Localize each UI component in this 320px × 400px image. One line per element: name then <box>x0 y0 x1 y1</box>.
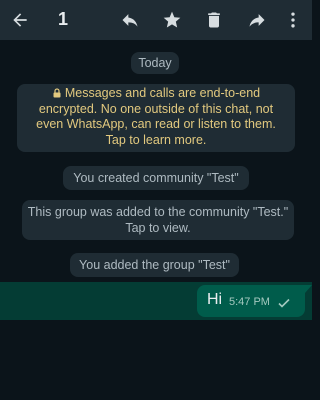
system-message: You added the group "Test" <box>70 253 239 277</box>
more-vert-icon[interactable] <box>281 8 305 32</box>
outgoing-message-bubble[interactable]: Hi 5:47 PM <box>197 285 305 317</box>
date-divider: Today <box>131 52 179 74</box>
selection-toolbar: 1 <box>0 0 312 40</box>
forward-icon[interactable] <box>245 8 269 32</box>
back-arrow-icon[interactable] <box>8 8 32 32</box>
reply-icon[interactable] <box>118 8 142 32</box>
encryption-notice[interactable]: Messages and calls are end-to-end encryp… <box>17 84 295 152</box>
bubble-tail <box>305 285 312 293</box>
system-message: You created community "Test" <box>63 166 249 190</box>
encryption-notice-text: Messages and calls are end-to-end encryp… <box>36 86 276 147</box>
delete-icon[interactable] <box>202 8 226 32</box>
sent-check-icon <box>277 296 291 308</box>
chat-area: Today Messages and calls are end-to-end … <box>0 40 312 400</box>
selected-count: 1 <box>58 9 69 29</box>
message-time: 5:47 PM <box>229 296 270 308</box>
message-text: Hi <box>207 291 223 308</box>
star-icon[interactable] <box>160 8 184 32</box>
system-message[interactable]: This group was added to the community "T… <box>22 200 294 240</box>
lock-icon <box>53 88 61 98</box>
